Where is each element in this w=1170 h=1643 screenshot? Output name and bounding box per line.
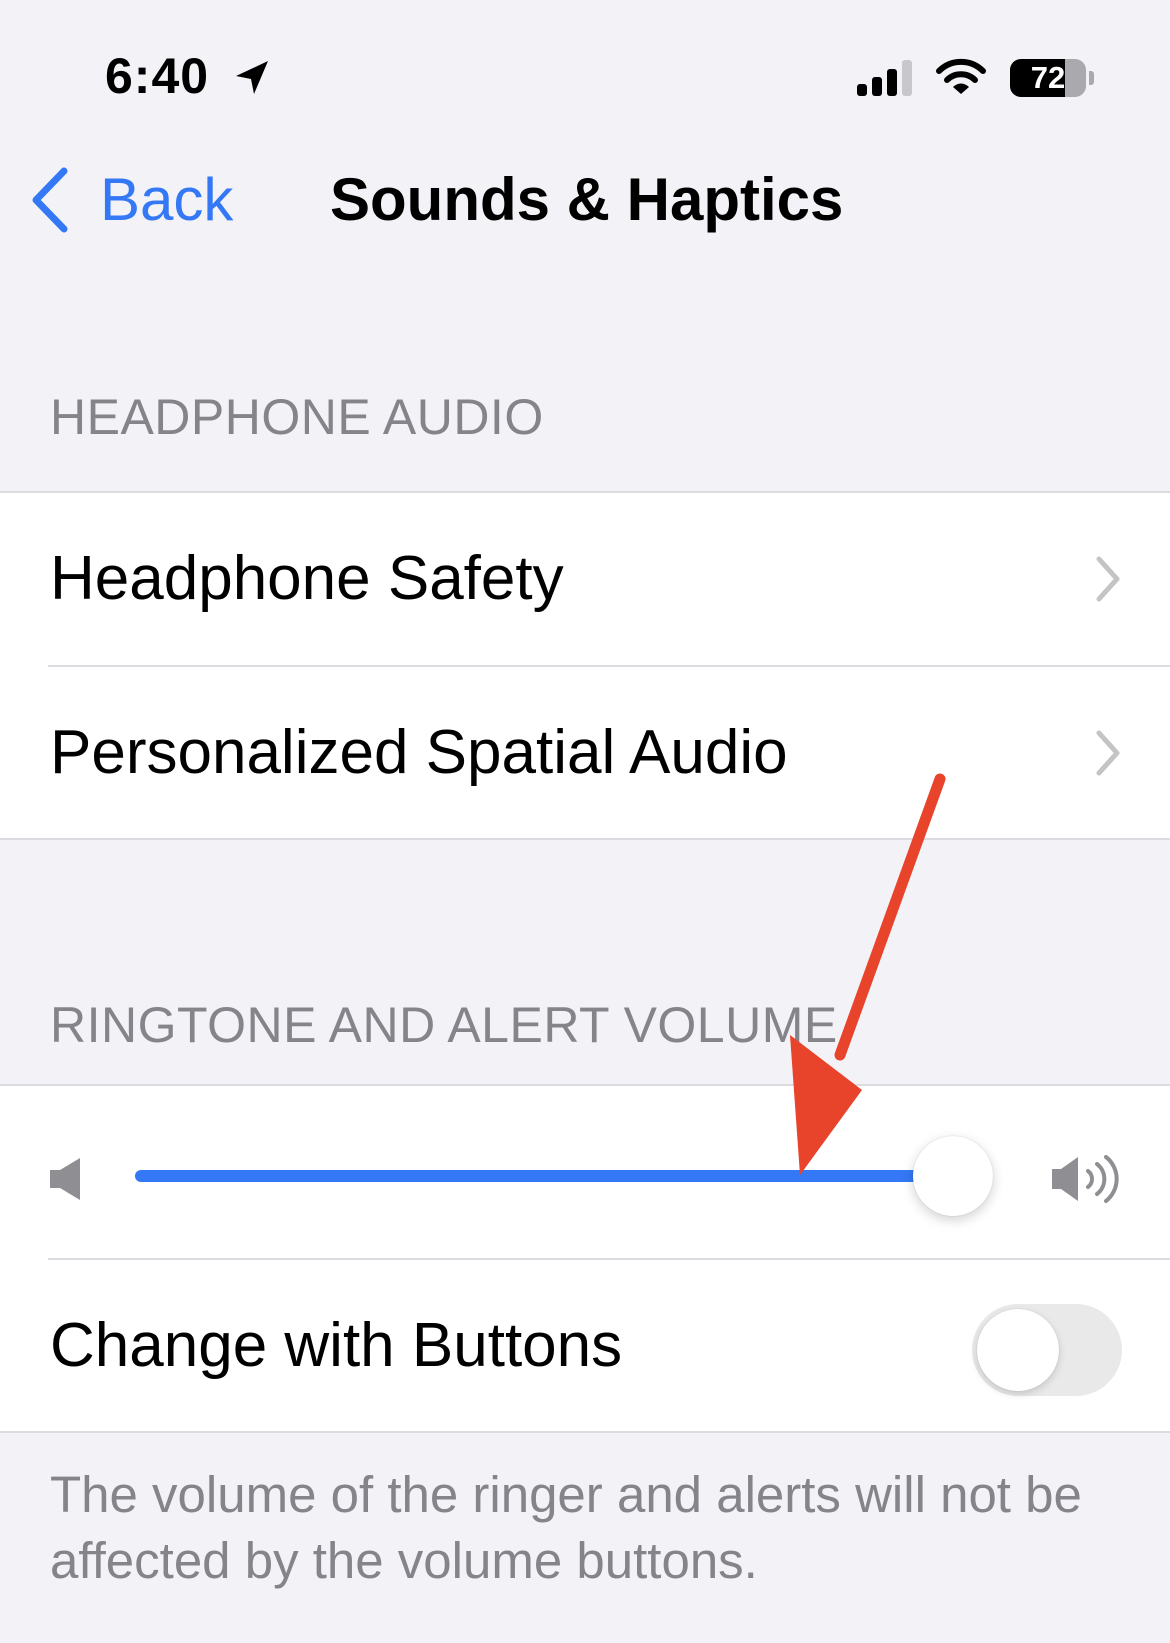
cell-headphone-safety[interactable]: Headphone Safety — [0, 493, 1170, 665]
back-button[interactable]: Back — [28, 165, 233, 235]
battery-level: 72 — [1030, 60, 1066, 95]
section-header-headphone-audio: HEADPHONE AUDIO — [50, 389, 544, 445]
status-bar: 6:40 72 — [0, 0, 1170, 140]
battery-icon: 72 — [1010, 59, 1086, 97]
cell-personalized-spatial-audio[interactable]: Personalized Spatial Audio — [0, 667, 1170, 839]
battery-cap — [1089, 71, 1094, 85]
cell-label: Change with Buttons — [50, 1311, 623, 1380]
page-title: Sounds & Haptics — [330, 166, 844, 233]
back-label: Back — [100, 166, 234, 233]
cellular-signal-icon — [857, 60, 912, 96]
status-time: 6:40 — [105, 48, 210, 104]
volume-slider-thumb[interactable] — [913, 1136, 994, 1216]
cell-label: Headphone Safety — [50, 544, 564, 613]
volume-slider-fill — [135, 1170, 954, 1182]
wifi-icon — [936, 58, 986, 94]
battery-body: 72 — [1010, 59, 1086, 97]
headphone-audio-group: Headphone Safety Personalized Spatial Au… — [0, 491, 1170, 840]
speaker-low-icon — [50, 1158, 80, 1200]
location-arrow-icon — [236, 61, 268, 94]
change-with-buttons-toggle[interactable] — [972, 1304, 1122, 1396]
volume-slider[interactable] — [135, 1136, 994, 1216]
ringtone-group: Change with Buttons — [0, 1084, 1170, 1433]
toggle-knob — [977, 1309, 1059, 1391]
cell-label: Personalized Spatial Audio — [50, 718, 788, 787]
chevron-right-icon — [1096, 556, 1120, 602]
footer-description: The volume of the ringer and alerts will… — [50, 1466, 1082, 1589]
cell-volume-slider — [0, 1086, 1170, 1258]
cell-change-with-buttons: Change with Buttons — [0, 1260, 1170, 1432]
section-header-ringtone-alert-volume: RINGTONE AND ALERT VOLUME — [50, 997, 838, 1053]
speaker-high-icon — [1052, 1155, 1119, 1203]
chevron-right-icon — [1096, 730, 1120, 776]
back-chevron-icon — [32, 167, 68, 233]
